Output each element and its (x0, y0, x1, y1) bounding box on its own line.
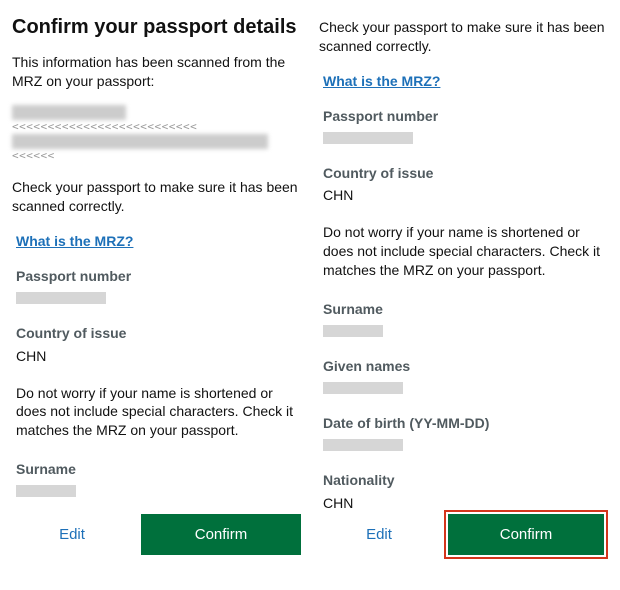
value-country-of-issue: CHN (16, 347, 301, 366)
edit-button[interactable]: Edit (12, 516, 132, 553)
check-text: Check your passport to make sure it has … (12, 178, 301, 216)
mrz-line-1: XXXXXXXXXXXXXXXX<<<<<<<<<<<<<<<<<<<<<<<<… (12, 105, 301, 135)
confirm-button[interactable]: Confirm (448, 514, 604, 555)
mrz-help-link[interactable]: What is the MRZ? (16, 232, 301, 251)
mrz-help-link[interactable]: What is the MRZ? (323, 72, 608, 91)
intro-text: This information has been scanned from t… (12, 53, 301, 91)
value-passport-number-redacted (323, 132, 413, 144)
confirm-button[interactable]: Confirm (141, 514, 301, 555)
right-panel: Check your passport to make sure it has … (319, 14, 608, 510)
label-date-of-birth: Date of birth (YY-MM-DD) (323, 414, 608, 433)
value-dob-redacted (323, 439, 403, 451)
name-note: Do not worry if your name is shortened o… (323, 223, 604, 280)
left-panel: Confirm your passport details This infor… (12, 14, 301, 510)
check-text: Check your passport to make sure it has … (319, 18, 608, 56)
value-nationality: CHN (323, 494, 608, 510)
mrz-block: XXXXXXXXXXXXXXXX<<<<<<<<<<<<<<<<<<<<<<<<… (12, 105, 301, 164)
label-country-of-issue: Country of issue (323, 164, 608, 183)
label-surname: Surname (16, 460, 301, 479)
label-passport-number: Passport number (323, 107, 608, 126)
value-country-of-issue: CHN (323, 186, 608, 205)
label-given-names: Given names (323, 357, 608, 376)
value-passport-number-redacted (16, 292, 106, 304)
mrz-line-2: XXXXXXXXXXXXXXXXXXXXXXXXXXXXXXXXXXXX<<<<… (12, 134, 301, 164)
label-passport-number: Passport number (16, 267, 301, 286)
edit-button[interactable]: Edit (319, 516, 439, 553)
label-surname: Surname (323, 300, 608, 319)
value-surname-redacted (323, 325, 383, 337)
name-note: Do not worry if your name is shortened o… (16, 384, 297, 441)
right-actions: Edit Confirm (319, 510, 608, 559)
label-nationality: Nationality (323, 471, 608, 490)
value-surname-redacted (16, 485, 76, 497)
left-actions: Edit Confirm (12, 510, 301, 559)
label-country-of-issue: Country of issue (16, 324, 301, 343)
value-given-names-redacted (323, 382, 403, 394)
page-title: Confirm your passport details (12, 14, 301, 41)
confirm-highlight-frame: Confirm (444, 510, 608, 559)
